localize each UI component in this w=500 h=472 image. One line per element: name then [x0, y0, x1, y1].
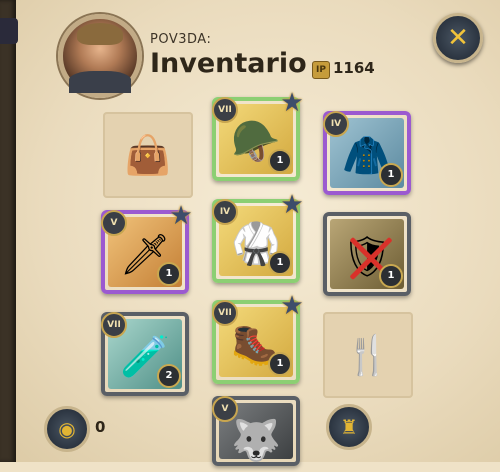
slot-main-hand[interactable]: 🗡 V ★ 1 [101, 202, 193, 294]
tier-badge: V [212, 396, 238, 422]
item-power-value: 1164 [333, 59, 375, 77]
tier-badge: IV [212, 199, 238, 225]
enchant-star-icon: ★ [280, 291, 304, 321]
quantity-badge: 1 [379, 264, 403, 288]
slot-food[interactable]: 🍴 [323, 312, 413, 398]
enchant-star-icon: ★ [280, 190, 304, 220]
enchant-star-icon: ★ [169, 201, 193, 231]
tier-badge: V [101, 210, 127, 236]
left-panel-edge [0, 0, 16, 462]
quantity-badge: 1 [268, 149, 292, 173]
bag-icon: 👜 [124, 133, 172, 177]
slot-off-hand[interactable]: 🛡 1 [323, 212, 411, 296]
slot-head[interactable]: 🪖 VII ★ 1 [212, 89, 304, 181]
quantity-badge: 1 [268, 251, 292, 275]
slot-armor[interactable]: 🥋 IV ★ 1 [212, 191, 304, 283]
item-power-icon: IP [312, 61, 330, 79]
gold-coin-icon: ◉ [58, 417, 76, 441]
enchant-star-icon: ★ [280, 88, 304, 118]
gold-button[interactable]: ◉ [44, 406, 90, 452]
slot-bag[interactable]: 👜 [103, 112, 193, 198]
tier-badge: VII [212, 300, 238, 326]
avatar[interactable] [58, 14, 142, 98]
page-title: Inventario [150, 48, 307, 79]
fork-knife-icon: 🍴 [344, 333, 392, 377]
username: POV3DA: [150, 32, 212, 47]
close-button[interactable]: ✕ [433, 13, 483, 63]
equipment-stats-button[interactable]: ♜ [326, 404, 372, 450]
tier-badge: VII [212, 97, 238, 123]
left-panel-tab[interactable] [0, 18, 18, 44]
quantity-badge: 1 [268, 352, 292, 376]
tier-badge: IV [323, 111, 349, 137]
gold-count: 0 [95, 418, 106, 436]
equipment-stats-icon: ♜ [340, 415, 358, 439]
slot-cape[interactable]: 🧥 IV 1 [323, 111, 411, 195]
tier-badge: VII [101, 312, 127, 338]
slot-mount[interactable]: 🐺 V [212, 396, 300, 466]
slot-shoes[interactable]: 🥾 VII ★ 1 [212, 292, 304, 384]
quantity-badge: 1 [379, 163, 403, 187]
quantity-badge: 2 [157, 364, 181, 388]
close-icon: ✕ [447, 23, 469, 53]
slot-potion[interactable]: 🧪 VII 2 [101, 312, 189, 396]
quantity-badge: 1 [157, 262, 181, 286]
